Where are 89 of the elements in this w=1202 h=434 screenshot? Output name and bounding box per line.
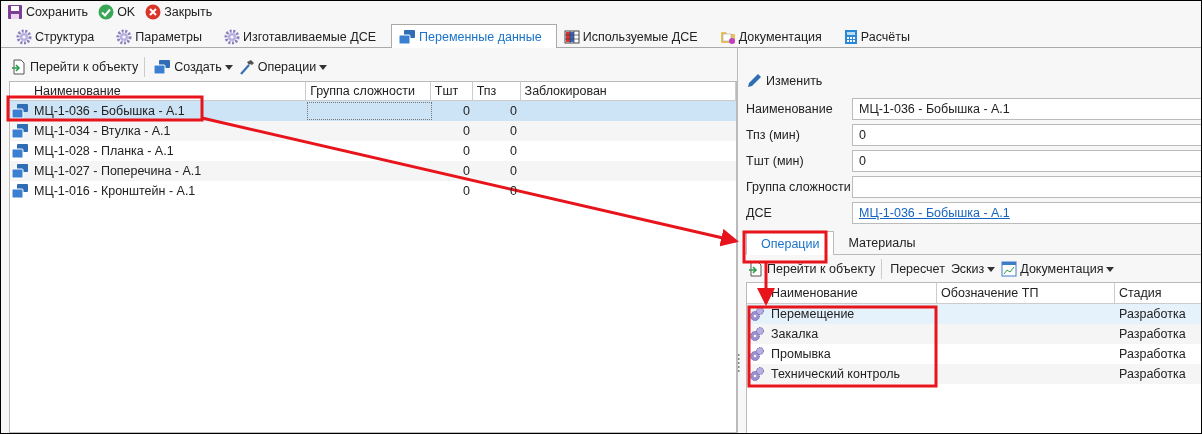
column-header[interactable]: Тшт — [430, 82, 473, 100]
table-row[interactable]: МЦ-1-036 - Бобышка - А.1 0 0 — [10, 101, 736, 121]
caret-icon — [1106, 266, 1115, 272]
layers-icon — [398, 28, 417, 45]
tab[interactable]: Структура — [9, 25, 110, 47]
field-label: ДСЕ — [746, 206, 773, 220]
toolbar-button[interactable]: Перейти к объекту — [9, 57, 146, 77]
table-cell: 0 — [509, 124, 518, 138]
input-field[interactable]: МЦ-1-036 - Бобышка - А.1 — [852, 98, 1201, 120]
gear-icon — [223, 28, 240, 45]
toolbar-button[interactable]: Операции — [236, 57, 330, 77]
column-header[interactable]: Заблокирован — [520, 82, 736, 100]
caret-icon — [224, 64, 233, 70]
column-header[interactable]: Тпз — [472, 82, 521, 100]
table-cell: 0 — [509, 164, 518, 178]
column-header[interactable]: Наименование — [767, 283, 937, 303]
table-row[interactable]: Технический контроль Разработка — [747, 364, 1201, 384]
table-row[interactable]: Закалка Разработка — [747, 324, 1201, 344]
layers-icon — [11, 103, 29, 119]
toolbar-button[interactable]: Эскиз — [948, 259, 998, 279]
table-cell-text: Разработка — [1118, 326, 1187, 343]
gear-icon — [16, 28, 32, 45]
gears-icon — [749, 346, 765, 362]
tab[interactable]: Расчёты — [836, 25, 925, 47]
gears-icon — [749, 306, 765, 322]
toolbar-button[interactable]: Закрыть — [143, 2, 215, 22]
edit-button[interactable]: Изменить — [746, 70, 823, 92]
table-cell-text: Разработка — [1118, 366, 1187, 383]
table-cell-text: Разработка — [1118, 306, 1187, 323]
table-cell-text: Технический контроль — [770, 366, 901, 383]
layers-icon — [153, 59, 172, 75]
table-cell: 0 — [509, 144, 518, 158]
input-field[interactable]: МЦ-1-036 - Бобышка - А.1 — [852, 202, 1201, 224]
toolbar-button[interactable]: Документация — [999, 259, 1117, 279]
table-row[interactable]: МЦ-1-027 - Поперечина - А.1 0 0 — [10, 161, 736, 181]
field-label: Тпз (мин) — [746, 128, 801, 142]
toolbar-button[interactable]: Сохранить — [5, 2, 91, 22]
toolbar-button[interactable]: Создать — [151, 57, 235, 77]
field-label: Тшт (мин) — [746, 154, 805, 168]
table-cell: 0 — [509, 104, 518, 118]
caret-icon — [319, 64, 328, 70]
tab[interactable]: Документация — [712, 25, 837, 47]
tab[interactable]: Материалы — [834, 232, 930, 254]
field-label: Группа сложности — [746, 180, 852, 194]
tab[interactable]: Используемые ДСЕ — [556, 25, 713, 47]
close-icon — [145, 4, 162, 20]
column-header[interactable]: Наименование — [29, 82, 307, 100]
input-field[interactable]: 0 — [852, 124, 1201, 146]
table-cell-text: 0 — [462, 143, 471, 160]
toolbar-button[interactable]: OK — [96, 2, 138, 22]
table-icon — [563, 28, 580, 45]
table-cell-text: Разработка — [1118, 346, 1187, 363]
toolbar-button[interactable]: Перейти к объекту — [746, 259, 883, 279]
gears-icon — [749, 326, 765, 342]
table-cell-text: Перемещение — [770, 306, 856, 323]
table-cell: МЦ-1-028 - Планка - А.1 — [34, 144, 174, 158]
gear-icon — [116, 28, 133, 45]
column-header[interactable]: Стадия — [1115, 283, 1201, 303]
table-cell-text: Закалка — [770, 326, 820, 343]
table-cell-text: 0 — [462, 183, 471, 200]
tab[interactable]: Переменные данные — [391, 24, 557, 48]
table-row[interactable]: Промывка Разработка — [747, 344, 1201, 364]
table-cell-text: Промывка — [770, 346, 832, 363]
table-row[interactable]: МЦ-1-028 - Планка - А.1 0 0 — [10, 141, 736, 161]
column-header[interactable]: Группа сложности — [306, 82, 431, 100]
tab[interactable]: Изготавливаемые ДСЕ — [216, 25, 392, 47]
gears-icon — [749, 366, 765, 382]
toolbar-button[interactable]: Пересчет — [888, 259, 947, 279]
input-field[interactable] — [852, 176, 1201, 198]
table-cell: МЦ-1-027 - Поперечина - А.1 — [34, 164, 202, 178]
table-cell: МЦ-1-034 - Втулка - А.1 — [34, 124, 171, 138]
chart-icon — [1001, 261, 1018, 277]
column-header[interactable]: Обозначение ТП — [937, 283, 1115, 303]
calculator-icon — [843, 28, 858, 45]
tab[interactable]: Параметры — [109, 25, 217, 47]
table-row[interactable]: Перемещение Разработка — [747, 304, 1201, 324]
pencil-icon — [746, 73, 762, 89]
hammer-icon — [238, 59, 255, 75]
checkmark-icon — [98, 4, 115, 20]
table-row[interactable]: МЦ-1-034 - Втулка - А.1 0 0 — [10, 121, 736, 141]
table-cell: МЦ-1-016 - Кронштейн - А.1 — [34, 184, 196, 198]
field-label: Наименование — [746, 102, 834, 116]
document-arrow-icon — [748, 261, 764, 277]
document-arrow-icon — [11, 59, 27, 75]
splitter-grip-icon[interactable] — [737, 354, 740, 374]
table-cell: МЦ-1-036 - Бобышка - А.1 — [34, 104, 185, 118]
caret-icon — [987, 266, 996, 272]
link[interactable]: МЦ-1-036 - Бобышка - А.1 — [859, 206, 1010, 220]
input-field[interactable]: 0 — [852, 150, 1201, 172]
